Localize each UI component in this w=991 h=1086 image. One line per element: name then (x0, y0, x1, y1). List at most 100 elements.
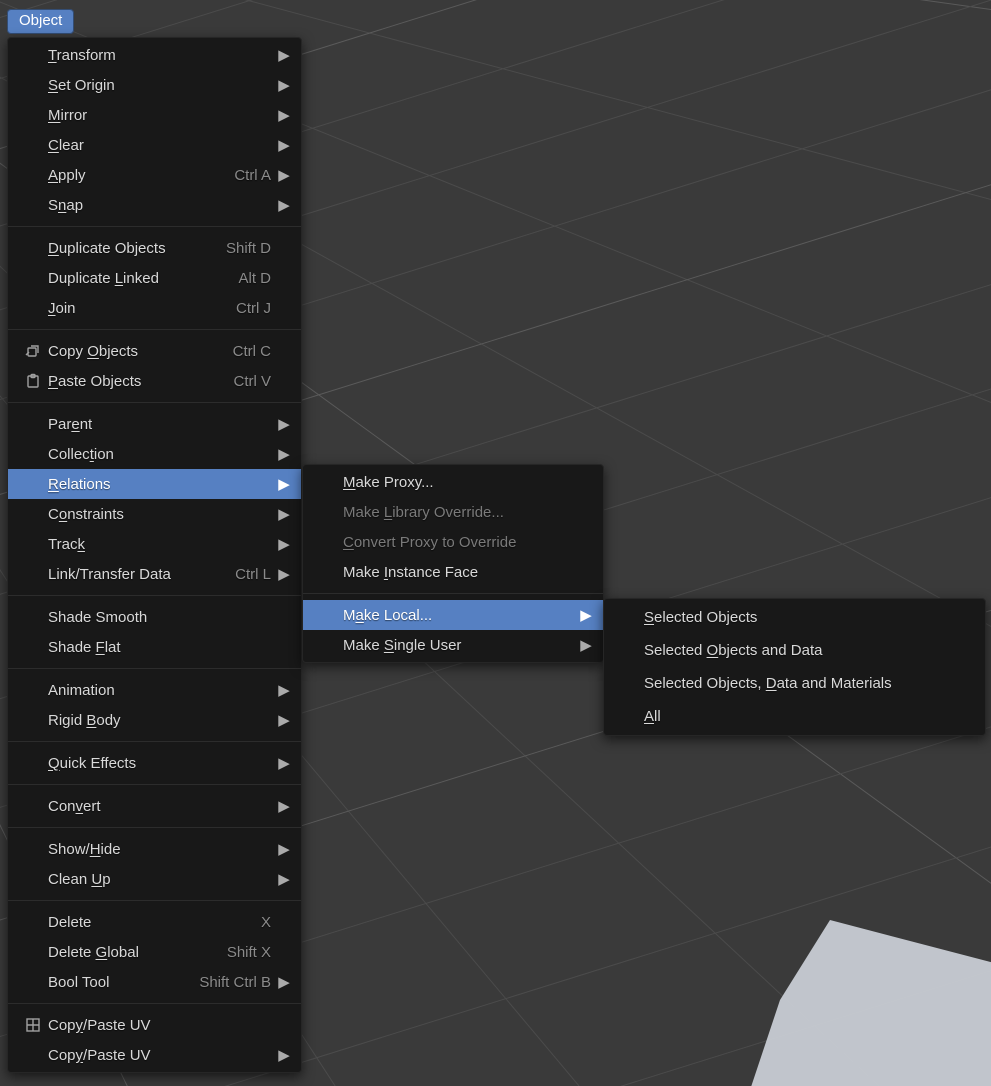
menu-separator (8, 329, 301, 330)
paste-icon (22, 373, 44, 389)
submenu-caret-icon: ▶ (277, 46, 291, 64)
menu-item-convert[interactable]: Convert ▶ (8, 791, 301, 821)
menu-item-shortcut: X (261, 914, 271, 931)
menu-item-label: Selected Objects (644, 609, 757, 626)
menu-item-duplicate-objects[interactable]: Duplicate ObjectsShift D▶ (8, 233, 301, 263)
submenu-caret-icon: ▶ (277, 535, 291, 553)
menu-item-label: Rigid Body (48, 712, 121, 729)
menu-item-link-transfer-data[interactable]: Link/Transfer DataCtrl L▶ (8, 559, 301, 589)
menu-item-shade-smooth[interactable]: Shade Smooth▶ (8, 602, 301, 632)
menu-item-quick-effects[interactable]: Quick Effects ▶ (8, 748, 301, 778)
menu-item-sel-objects[interactable]: Selected Objects▶ (604, 601, 985, 634)
submenu-caret-icon: ▶ (277, 840, 291, 858)
menu-item-label: Join (48, 300, 76, 317)
menu-item-label: Apply (48, 167, 86, 184)
menu-item-label: Selected Objects and Data (644, 642, 822, 659)
menu-item-make-proxy[interactable]: Make Proxy...▶ (303, 467, 603, 497)
menu-separator (8, 784, 301, 785)
menu-item-label: Copy Objects (48, 343, 138, 360)
submenu-caret-icon: ▶ (277, 681, 291, 699)
submenu-caret-icon: ▶ (277, 797, 291, 815)
menu-item-label: Duplicate Objects (48, 240, 166, 257)
menu-item-label: Track (48, 536, 85, 553)
menu-item-snap[interactable]: Snap▶ (8, 190, 301, 220)
menu-item-label: Parent (48, 416, 92, 433)
menu-item-label: Copy/Paste UV (48, 1017, 151, 1034)
menu-item-show-hide[interactable]: Show/Hide▶ (8, 834, 301, 864)
menu-item-label: Make Instance Face (343, 564, 478, 581)
menu-item-all[interactable]: All▶ (604, 700, 985, 733)
object-dropdown-menu: Transform▶Set Origin▶Mirror▶Clear▶ApplyC… (7, 37, 302, 1073)
menu-item-label: Snap (48, 197, 83, 214)
relations-submenu: Make Proxy...▶Make Library Override...▶C… (302, 464, 604, 663)
object-menu-label: Object (19, 12, 62, 29)
object-menu-button[interactable]: Object (7, 9, 74, 34)
menu-item-label: Constraints (48, 506, 124, 523)
menu-item-label: Collection (48, 446, 114, 463)
menu-item-copy-paste-uv-2[interactable]: Copy/Paste UV▶ (8, 1040, 301, 1070)
menu-item-make-instance-face[interactable]: Make Instance Face▶ (303, 557, 603, 587)
menu-item-transform[interactable]: Transform ▶ (8, 40, 301, 70)
menu-item-shortcut: Ctrl C (233, 343, 271, 360)
submenu-caret-icon: ▶ (277, 711, 291, 729)
menu-item-shortcut: Alt D (238, 270, 271, 287)
menu-item-label: Quick Effects (48, 755, 136, 772)
menu-item-label: Clean Up (48, 871, 111, 888)
menu-item-label: Shade Flat (48, 639, 121, 656)
menu-item-label: Delete (48, 914, 91, 931)
menu-item-label: Transform (48, 47, 116, 64)
menu-separator (8, 827, 301, 828)
menu-item-apply[interactable]: ApplyCtrl A▶ (8, 160, 301, 190)
menu-item-sel-objects-data[interactable]: Selected Objects and Data▶ (604, 634, 985, 667)
menu-item-label: Link/Transfer Data (48, 566, 171, 583)
menu-item-animation[interactable]: Animation▶ (8, 675, 301, 705)
menu-item-clean-up[interactable]: Clean Up▶ (8, 864, 301, 894)
menu-item-make-single-user[interactable]: Make Single User▶ (303, 630, 603, 660)
menu-item-constraints[interactable]: Constraints▶ (8, 499, 301, 529)
menu-item-label: Make Library Override... (343, 504, 504, 521)
menu-item-copy-objects[interactable]: Copy ObjectsCtrl C▶ (8, 336, 301, 366)
menu-item-relations[interactable]: Relations▶ (8, 469, 301, 499)
submenu-caret-icon: ▶ (277, 415, 291, 433)
menu-item-label: Make Local... (343, 607, 432, 624)
uv-icon (22, 1017, 44, 1033)
menu-item-join[interactable]: JoinCtrl J▶ (8, 293, 301, 323)
menu-item-label: Make Proxy... (343, 474, 434, 491)
menu-item-collection[interactable]: Collection ▶ (8, 439, 301, 469)
menu-item-shade-flat[interactable]: Shade Flat▶ (8, 632, 301, 662)
menu-item-label: Convert (48, 798, 101, 815)
menu-separator (8, 595, 301, 596)
submenu-caret-icon: ▶ (277, 754, 291, 772)
menu-item-make-local[interactable]: Make Local...▶ (303, 600, 603, 630)
menu-item-label: Make Single User (343, 637, 461, 654)
menu-item-label: Duplicate Linked (48, 270, 159, 287)
menu-item-label: Mirror (48, 107, 87, 124)
submenu-caret-icon: ▶ (277, 76, 291, 94)
menu-item-clear[interactable]: Clear▶ (8, 130, 301, 160)
make-local-submenu: Selected Objects▶Selected Objects and Da… (603, 598, 986, 736)
menu-item-label: All (644, 708, 661, 725)
submenu-caret-icon: ▶ (277, 136, 291, 154)
submenu-caret-icon: ▶ (277, 445, 291, 463)
menu-item-paste-objects[interactable]: Paste ObjectsCtrl V▶ (8, 366, 301, 396)
menu-item-sel-objects-data-mat[interactable]: Selected Objects, Data and Materials▶ (604, 667, 985, 700)
menu-item-duplicate-linked[interactable]: Duplicate LinkedAlt D▶ (8, 263, 301, 293)
menu-separator (8, 402, 301, 403)
menu-item-label: Paste Objects (48, 373, 141, 390)
mesh-plane (740, 920, 991, 1086)
menu-item-shortcut: Shift Ctrl B (199, 974, 271, 991)
menu-item-parent[interactable]: Parent ▶ (8, 409, 301, 439)
menu-item-delete-global[interactable]: Delete GlobalShift X▶ (8, 937, 301, 967)
submenu-caret-icon: ▶ (277, 1046, 291, 1064)
menu-item-rigid-body[interactable]: Rigid Body ▶ (8, 705, 301, 735)
menu-item-set-origin[interactable]: Set Origin▶ (8, 70, 301, 100)
menu-item-label: Relations (48, 476, 111, 493)
menu-item-delete[interactable]: DeleteX▶ (8, 907, 301, 937)
menu-item-copy-paste-uv-1[interactable]: Copy/Paste UV▶ (8, 1010, 301, 1040)
menu-item-mirror[interactable]: Mirror▶ (8, 100, 301, 130)
menu-item-track[interactable]: Track ▶ (8, 529, 301, 559)
menu-item-bool-tool[interactable]: Bool ToolShift Ctrl B▶ (8, 967, 301, 997)
menu-item-shortcut: Ctrl J (236, 300, 271, 317)
menu-item-convert-proxy: Convert Proxy to Override▶ (303, 527, 603, 557)
menu-separator (8, 1003, 301, 1004)
